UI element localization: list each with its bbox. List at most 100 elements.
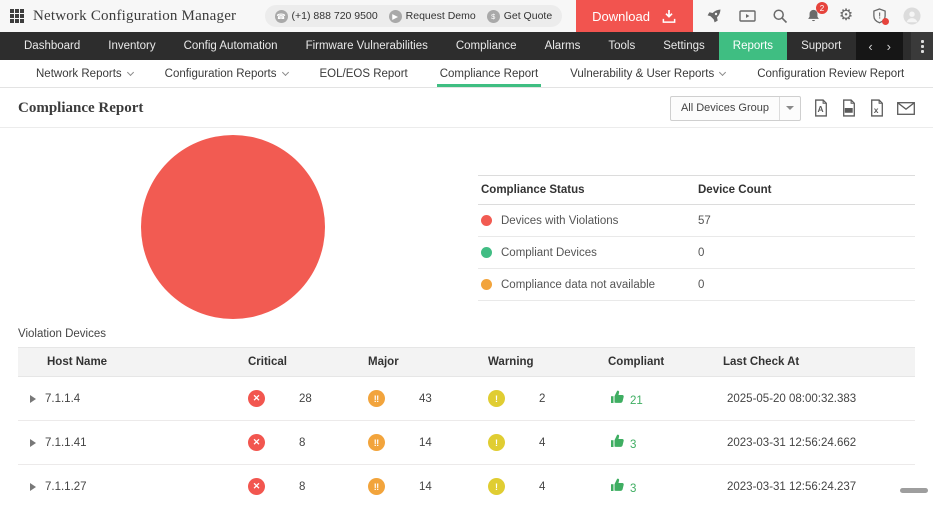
subnav-custom-report[interactable]: Custom Report bbox=[920, 60, 933, 87]
warning-icon: ! bbox=[488, 478, 505, 495]
critical-count: 8 bbox=[299, 480, 306, 493]
phone-icon: ☎ bbox=[274, 9, 288, 23]
nav-item-support[interactable]: Support bbox=[787, 32, 855, 60]
nav-item-alarms[interactable]: Alarms bbox=[531, 32, 595, 60]
compliant-count: 3 bbox=[630, 483, 637, 495]
shield-alert-dot bbox=[882, 18, 889, 25]
topbar-icons: 2 ⚙ ! bbox=[693, 2, 933, 25]
nav-item-config-automation[interactable]: Config Automation bbox=[170, 32, 292, 60]
table-row[interactable]: 7.1.1.27 ✕ 8 ‼ 14 ! 4 3 2023-03-31 12:56… bbox=[18, 465, 915, 505]
download-icon bbox=[661, 9, 677, 24]
table-row[interactable]: 7.1.1.4 ✕ 28 ‼ 43 ! 2 21 2025-05-20 08:0… bbox=[18, 377, 915, 421]
thumbs-up-icon bbox=[610, 478, 625, 495]
nav-next-icon[interactable]: › bbox=[887, 40, 891, 53]
phone-link[interactable]: ☎ (+1) 888 720 9500 bbox=[274, 9, 378, 23]
reports-subnav: Network Reports Configuration Reports EO… bbox=[0, 60, 933, 88]
export-csv-icon[interactable] bbox=[841, 99, 857, 117]
nav-item-firmware-vulnerabilities[interactable]: Firmware Vulnerabilities bbox=[292, 32, 442, 60]
get-quote-link[interactable]: $ Get Quote bbox=[486, 9, 553, 23]
critical-count: 8 bbox=[299, 436, 306, 449]
app-window: Network Configuration Manager ☎ (+1) 888… bbox=[0, 0, 933, 505]
svg-text:x: x bbox=[874, 105, 879, 115]
nav-item-dashboard[interactable]: Dashboard bbox=[10, 32, 94, 60]
demo-icon: ▶ bbox=[388, 9, 402, 23]
horizontal-scrollbar-thumb[interactable] bbox=[900, 488, 928, 493]
apps-grid-icon[interactable] bbox=[10, 9, 24, 23]
table-row[interactable]: 7.1.1.41 ✕ 8 ‼ 14 ! 4 3 2023-03-31 12:56… bbox=[18, 421, 915, 465]
col-major: Major bbox=[368, 356, 399, 368]
nav-item-compliance[interactable]: Compliance bbox=[442, 32, 531, 60]
email-report-icon[interactable] bbox=[897, 101, 915, 115]
page-title: Compliance Report bbox=[18, 99, 144, 116]
status-row-violations: Devices with Violations 57 bbox=[478, 205, 915, 237]
main-nav: Dashboard Inventory Config Automation Fi… bbox=[0, 32, 933, 60]
nav-scroll-arrows: ‹ › bbox=[856, 32, 903, 60]
nav-item-settings[interactable]: Settings bbox=[649, 32, 719, 60]
page-head: Compliance Report All Devices Group A x bbox=[0, 89, 933, 128]
download-button[interactable]: Download bbox=[576, 0, 693, 32]
major-count: 14 bbox=[419, 436, 432, 449]
shield-alert-icon[interactable]: ! bbox=[870, 7, 889, 25]
nav-prev-icon[interactable]: ‹ bbox=[868, 40, 872, 53]
rocket-icon[interactable] bbox=[705, 7, 723, 25]
get-quote-label: Get Quote bbox=[503, 10, 553, 22]
nav-overflow-menu-icon[interactable] bbox=[911, 32, 933, 60]
request-demo-link[interactable]: ▶ Request Demo bbox=[388, 9, 476, 23]
search-icon[interactable] bbox=[771, 7, 789, 25]
violation-devices-section: Violation Devices Host Name Critical Maj… bbox=[18, 328, 915, 505]
host-name: 7.1.1.41 bbox=[45, 436, 87, 449]
compliance-pie-chart[interactable] bbox=[141, 135, 325, 319]
export-pdf-icon[interactable]: A bbox=[813, 99, 829, 117]
col-warning: Warning bbox=[488, 356, 534, 368]
row-expand-icon[interactable] bbox=[30, 394, 36, 403]
violations-count: 57 bbox=[698, 214, 711, 227]
gear-icon[interactable]: ⚙ bbox=[837, 7, 855, 25]
subnav-configuration-reports[interactable]: Configuration Reports bbox=[149, 60, 304, 87]
status-row-not-available: Compliance data not available 0 bbox=[478, 269, 915, 301]
subnav-vulnerability-user-reports[interactable]: Vulnerability & User Reports bbox=[554, 60, 741, 87]
compliant-count: 0 bbox=[698, 246, 705, 259]
request-demo-label: Request Demo bbox=[405, 10, 476, 22]
col-compliance-status: Compliance Status bbox=[481, 184, 585, 196]
subnav-eol-eos-report[interactable]: EOL/EOS Report bbox=[304, 60, 424, 87]
status-row-compliant: Compliant Devices 0 bbox=[478, 237, 915, 269]
subnav-configuration-review-report[interactable]: Configuration Review Report bbox=[741, 60, 920, 87]
subnav-compliance-report[interactable]: Compliance Report bbox=[424, 60, 554, 87]
compliant-count: 3 bbox=[630, 439, 637, 451]
select-caret-icon[interactable] bbox=[779, 96, 800, 120]
export-xls-icon[interactable]: x bbox=[869, 99, 885, 117]
warning-count: 4 bbox=[539, 480, 546, 493]
legend-dot-not-available bbox=[481, 279, 492, 290]
nav-item-tools[interactable]: Tools bbox=[594, 32, 649, 60]
row-expand-icon[interactable] bbox=[30, 482, 36, 491]
chevron-down-icon bbox=[281, 68, 289, 76]
last-check-at: 2023-03-31 12:56:24.662 bbox=[727, 436, 857, 449]
topbar-right: ☎ (+1) 888 720 9500 ▶ Request Demo $ Get… bbox=[264, 0, 933, 32]
phone-number: (+1) 888 720 9500 bbox=[291, 10, 378, 22]
app-title: Network Configuration Manager bbox=[33, 7, 237, 24]
chevron-down-icon bbox=[126, 68, 134, 76]
report-controls: All Devices Group A x bbox=[669, 95, 915, 121]
compliant-count: 21 bbox=[630, 395, 643, 407]
quote-icon: $ bbox=[486, 9, 500, 23]
major-icon: ‼ bbox=[368, 390, 385, 407]
status-table-header: Compliance Status Device Count bbox=[478, 175, 915, 205]
presentation-icon[interactable] bbox=[738, 7, 756, 25]
col-last-check: Last Check At bbox=[723, 356, 800, 368]
violation-devices-title: Violation Devices bbox=[18, 328, 107, 340]
critical-count: 28 bbox=[299, 392, 312, 405]
nav-item-inventory[interactable]: Inventory bbox=[94, 32, 169, 60]
row-expand-icon[interactable] bbox=[30, 438, 36, 447]
svg-text:A: A bbox=[818, 104, 824, 114]
svg-text:!: ! bbox=[878, 10, 881, 20]
subnav-network-reports[interactable]: Network Reports bbox=[20, 60, 149, 87]
device-group-select[interactable]: All Devices Group bbox=[669, 95, 801, 121]
thumbs-up-icon bbox=[610, 434, 625, 451]
last-check-at: 2023-03-31 12:56:24.237 bbox=[727, 480, 857, 493]
host-name: 7.1.1.4 bbox=[45, 392, 81, 405]
compliance-status-table: Compliance Status Device Count Devices w… bbox=[478, 175, 915, 301]
bell-icon[interactable]: 2 bbox=[804, 2, 828, 25]
nav-item-reports[interactable]: Reports bbox=[718, 32, 788, 60]
col-host-name: Host Name bbox=[47, 356, 108, 368]
avatar[interactable] bbox=[903, 7, 921, 25]
